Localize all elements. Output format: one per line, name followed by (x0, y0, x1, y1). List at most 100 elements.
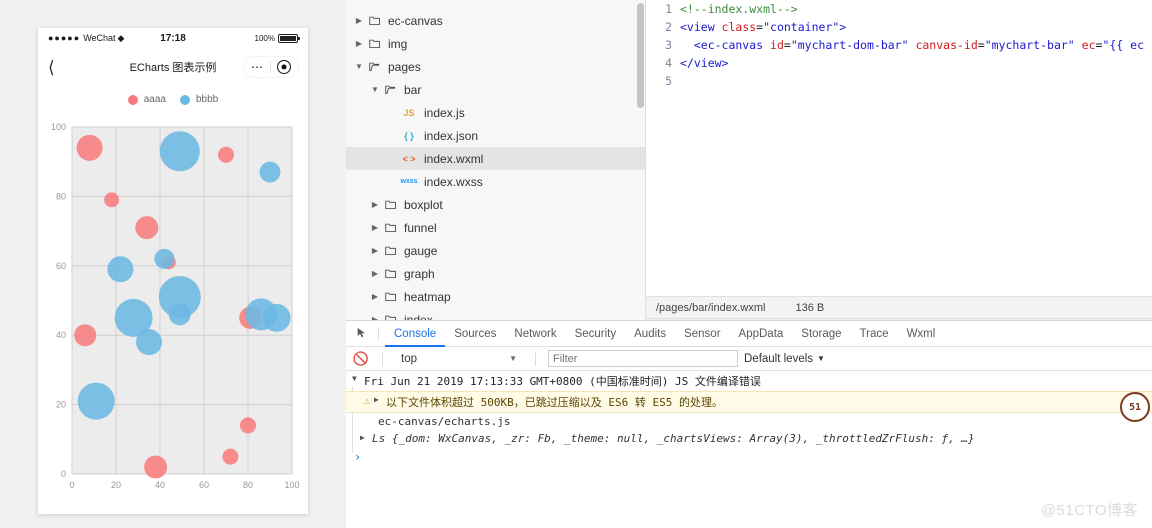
triangle-down-icon[interactable]: ▼ (352, 373, 364, 383)
x-tick-label: 100 (284, 480, 299, 490)
bubble-aaaa[interactable] (104, 192, 120, 208)
triangle-down-icon[interactable]: ▼ (352, 62, 366, 71)
devtools-tab-list[interactable]: Console Sources Network Security Audits Senso… (385, 321, 944, 347)
triangle-right-icon[interactable]: ▶ (360, 432, 372, 442)
console-warning-row[interactable]: ⚠ ▶ 以下文件体积超过 500KB，已跳过压缩以及 ES6 转 ES5 的处理… (346, 391, 1152, 422)
triangle-right-icon[interactable]: ▶ (368, 200, 382, 209)
code-line[interactable]: 4 </view> (646, 54, 1152, 72)
file-explorer-panel[interactable]: ▶ ec-canvas ▶ img ▼ pages ▼ bar JS index.js { } ind… (346, 0, 646, 320)
line-number: 4 (665, 56, 672, 70)
code-line[interactable]: 2 <view class="container"> (646, 18, 1152, 36)
status-bar-right: 100% (255, 33, 300, 43)
devtools-tab-appdata[interactable]: AppData (730, 321, 793, 347)
devtools-tab-console[interactable]: Console (385, 321, 445, 347)
console-toolbar[interactable]: 🚫 top ▼ Default levels ▼ (346, 347, 1152, 371)
triangle-right-icon[interactable]: ▶ (352, 39, 366, 48)
target-icon[interactable] (277, 60, 291, 74)
tree-item-graph[interactable]: ▶ graph (346, 262, 645, 285)
bubble-aaaa[interactable] (218, 146, 234, 163)
console-group-header[interactable]: ▼ Fri Jun 21 2019 17:13:33 GMT+0800 (中国标… (346, 371, 1152, 391)
triangle-right-icon[interactable]: ▶ (368, 292, 382, 301)
devtools-panel[interactable]: Console Sources Network Security Audits Senso… (346, 320, 1152, 528)
console-context-value: top (401, 352, 417, 365)
devtools-tab-sensor[interactable]: Sensor (675, 321, 729, 347)
devtools-tab-wxml[interactable]: Wxml (898, 321, 945, 347)
tree-item-ec-canvas[interactable]: ▶ ec-canvas (346, 9, 645, 32)
bubble-bbbb[interactable] (159, 131, 200, 172)
console-output[interactable]: ▼ Fri Jun 21 2019 17:13:33 GMT+0800 (中国标… (346, 371, 1152, 526)
file-tree[interactable]: ▶ ec-canvas ▶ img ▼ pages ▼ bar JS index.js { } ind… (346, 0, 645, 320)
bubble-bbbb[interactable] (168, 303, 191, 326)
tree-item-index-wxss[interactable]: wxss index.wxss (346, 170, 645, 193)
line-number: 5 (665, 74, 672, 88)
inspect-element-icon[interactable] (352, 324, 372, 344)
console-object-row[interactable]: ▶ Ls {_dom: WxCanvas, _zr: Fb, _theme: n… (346, 430, 1152, 447)
caret-down-icon[interactable]: ▼ (817, 354, 825, 363)
code-line[interactable]: 3 <ec-canvas id="mychart-dom-bar" canvas… (646, 36, 1152, 54)
triangle-right-icon[interactable]: ▶ (352, 16, 366, 25)
code-line[interactable]: 5 (646, 72, 1152, 90)
tree-item-pages[interactable]: ▼ pages (346, 55, 645, 78)
bubble-aaaa[interactable] (222, 448, 239, 465)
file-tree-scrollbar[interactable] (637, 3, 644, 108)
bubble-bbbb[interactable] (136, 329, 162, 356)
tree-item-bar[interactable]: ▼ bar (346, 78, 645, 101)
ellipsis-icon[interactable]: ⋯ (251, 61, 264, 73)
devtools-tab-trace[interactable]: Trace (851, 321, 898, 347)
tree-item-index[interactable]: ▶ index (346, 308, 645, 320)
legend-item-bbbb[interactable]: bbbb (180, 94, 218, 105)
folder-icon (382, 245, 400, 256)
simulator-panel: ●●●●● WeChat ◆ 17:18 100% ⟨ ECharts 图表示例… (0, 0, 346, 528)
phone-status-bar: ●●●●● WeChat ◆ 17:18 100% (38, 28, 308, 48)
bubble-aaaa[interactable] (76, 134, 103, 161)
bubble-bbbb[interactable] (154, 248, 175, 269)
bubble-bbbb[interactable] (262, 303, 291, 332)
y-tick-label: 0 (61, 469, 66, 479)
console-filter-input[interactable] (548, 350, 738, 367)
tree-item-label: funnel (404, 220, 437, 235)
y-tick-label: 20 (56, 400, 66, 410)
legend-item-aaaa[interactable]: aaaa (127, 94, 166, 105)
code-editor[interactable]: 1 <!--index.wxml--> 2 <view class="containe… (646, 0, 1152, 296)
tree-item-index-wxml[interactable]: < > index.wxml (346, 147, 645, 170)
tree-item-img[interactable]: ▶ img (346, 32, 645, 55)
console-prompt[interactable]: › (346, 447, 1152, 464)
wechat-capsule-button[interactable]: ⋯ (244, 57, 298, 77)
bubble-bbbb[interactable] (77, 382, 115, 420)
console-levels-selector[interactable]: Default levels ▼ (744, 353, 825, 365)
tree-item-label: pages (388, 59, 421, 74)
triangle-right-icon[interactable]: ▶ (368, 246, 382, 255)
bubble-bbbb[interactable] (259, 161, 281, 183)
legend-label-bbbb: bbbb (196, 94, 219, 105)
page-watermark: @51CTO博客 (1040, 502, 1138, 519)
bubble-chart[interactable]: 0 20 40 60 80 100 0 20 40 60 80 100 (46, 117, 300, 507)
bubble-aaaa[interactable] (74, 324, 97, 347)
code-lines[interactable]: 1 <!--index.wxml--> 2 <view class="containe… (646, 0, 1152, 90)
triangle-right-icon[interactable]: ▶ (374, 394, 386, 404)
devtools-tab-audits[interactable]: Audits (625, 321, 675, 347)
devtools-tabbar[interactable]: Console Sources Network Security Audits Senso… (346, 321, 1152, 347)
tree-item-index-js[interactable]: JS index.js (346, 101, 645, 124)
tree-item-gauge[interactable]: ▶ gauge (346, 239, 645, 262)
devtools-tab-network[interactable]: Network (505, 321, 565, 347)
tree-item-funnel[interactable]: ▶ funnel (346, 216, 645, 239)
devtools-tab-storage[interactable]: Storage (792, 321, 850, 347)
tree-item-label: img (388, 36, 408, 51)
bubble-aaaa[interactable] (135, 216, 159, 240)
devtools-tab-sources[interactable]: Sources (445, 321, 505, 347)
clear-console-icon[interactable]: 🚫 (352, 350, 370, 368)
triangle-down-icon[interactable]: ▼ (368, 85, 382, 94)
bubble-bbbb[interactable] (107, 256, 134, 283)
caret-down-icon[interactable]: ▼ (509, 354, 523, 363)
y-tick-label: 80 (56, 191, 66, 201)
code-line[interactable]: 1 <!--index.wxml--> (646, 0, 1152, 18)
triangle-right-icon[interactable]: ▶ (368, 269, 382, 278)
console-context-selector[interactable]: top ▼ (395, 353, 523, 365)
tree-item-heatmap[interactable]: ▶ heatmap (346, 285, 645, 308)
tree-item-index-json[interactable]: { } index.json (346, 124, 645, 147)
bubble-aaaa[interactable] (144, 455, 168, 479)
devtools-tab-security[interactable]: Security (566, 321, 626, 347)
tree-item-boxplot[interactable]: ▶ boxplot (346, 193, 645, 216)
bubble-aaaa[interactable] (240, 417, 256, 434)
triangle-right-icon[interactable]: ▶ (368, 223, 382, 232)
